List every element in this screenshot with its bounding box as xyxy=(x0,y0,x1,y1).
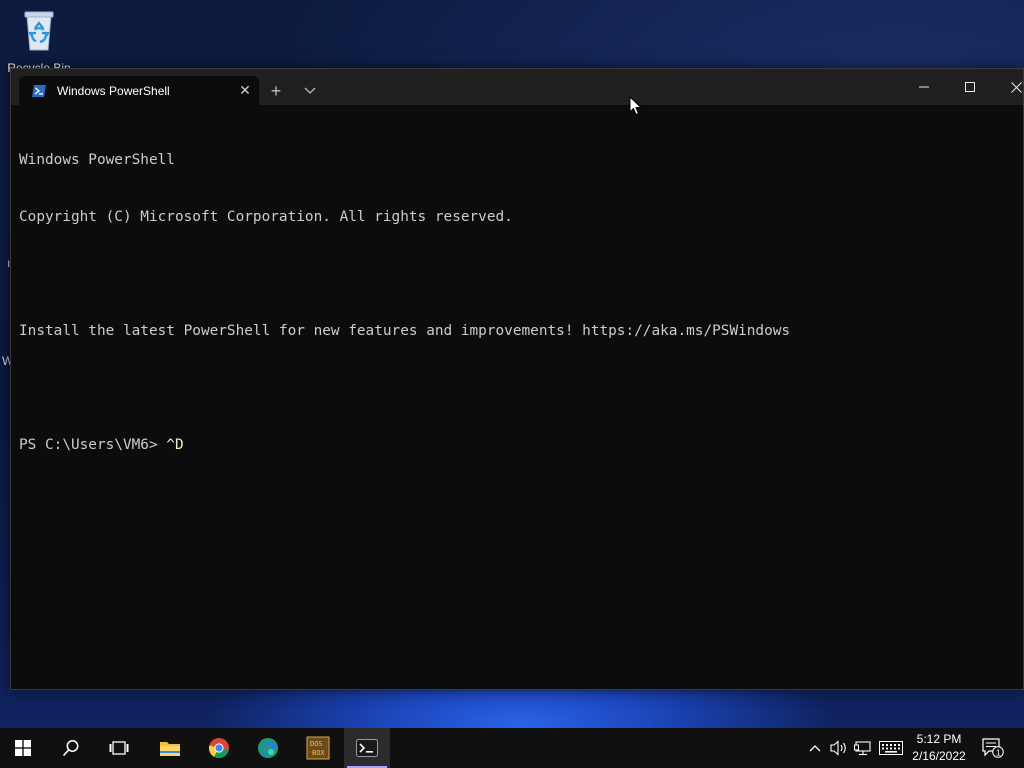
notifications-button[interactable]: 1 xyxy=(978,728,1008,768)
task-view-button[interactable] xyxy=(96,728,142,768)
notification-icon: 1 xyxy=(982,738,1004,758)
dosbox-button[interactable]: DOS BOX xyxy=(295,728,341,768)
maximize-icon xyxy=(965,82,975,92)
speaker-icon xyxy=(830,740,846,756)
desktop-icon-recycle-bin[interactable]: Recycle Bin xyxy=(6,8,72,75)
maximize-button[interactable] xyxy=(947,69,993,105)
keyboard-icon xyxy=(879,741,903,755)
clock[interactable]: 5:12 PM 2/16/2022 xyxy=(904,731,974,765)
clock-date: 2/16/2022 xyxy=(912,749,966,763)
network-button[interactable] xyxy=(852,728,874,768)
edge-icon xyxy=(258,738,278,758)
search-button[interactable] xyxy=(48,728,94,768)
powershell-icon xyxy=(32,84,46,97)
chrome-button[interactable] xyxy=(196,728,242,768)
svg-text:DOS: DOS xyxy=(310,740,323,748)
title-bar[interactable]: Windows PowerShell ✕ + xyxy=(11,69,1023,105)
tab-close-button[interactable]: ✕ xyxy=(231,77,259,105)
terminal-window: Windows PowerShell ✕ + Windows PowerShel… xyxy=(10,68,1024,690)
file-explorer-button[interactable] xyxy=(147,728,193,768)
new-tab-button[interactable]: + xyxy=(261,77,291,105)
taskbar: DOS BOX 5:12 PM 2/16/2022 1 xyxy=(0,728,1024,768)
svg-text:BOX: BOX xyxy=(312,749,325,757)
task-view-icon xyxy=(109,741,129,755)
clock-time: 5:12 PM xyxy=(916,732,962,746)
chevron-down-icon xyxy=(304,87,316,94)
minimize-button[interactable] xyxy=(901,69,947,105)
console-output[interactable]: Windows PowerShell Copyright (C) Microso… xyxy=(19,113,1009,683)
tray-overflow-button[interactable] xyxy=(804,728,826,768)
chevron-up-icon xyxy=(809,745,821,752)
minimize-icon xyxy=(919,86,929,88)
search-icon xyxy=(62,740,79,757)
dosbox-icon: DOS BOX xyxy=(306,736,330,760)
terminal-icon xyxy=(356,739,378,757)
close-icon xyxy=(1010,81,1022,93)
network-icon xyxy=(854,741,871,756)
keyboard-button[interactable] xyxy=(877,728,905,768)
tab-dropdown-button[interactable] xyxy=(295,77,325,105)
start-button[interactable] xyxy=(0,728,46,768)
edge-button[interactable] xyxy=(245,728,291,768)
command-input[interactable]: ^D xyxy=(166,437,183,453)
terminal-button[interactable] xyxy=(344,728,390,768)
volume-button[interactable] xyxy=(828,728,850,768)
windows-start-icon xyxy=(15,740,31,756)
notification-count: 1 xyxy=(996,747,1001,757)
folder-icon xyxy=(160,742,180,756)
prompt: PS C:\Users\VM6> xyxy=(19,437,167,453)
console-line: Install the latest PowerShell for new fe… xyxy=(19,323,791,339)
prompt-line: PS C:\Users\VM6> ^D xyxy=(19,436,1009,455)
console-line: Windows PowerShell xyxy=(19,152,175,168)
tab-windows-powershell[interactable]: Windows PowerShell ✕ xyxy=(19,76,259,105)
console-line: Copyright (C) Microsoft Corporation. All… xyxy=(19,209,513,225)
mouse-cursor-icon xyxy=(629,96,643,116)
recycle-bin-icon xyxy=(24,11,54,51)
close-button[interactable] xyxy=(993,69,1024,105)
tab-title: Windows PowerShell xyxy=(57,83,170,98)
chrome-icon xyxy=(208,738,229,759)
